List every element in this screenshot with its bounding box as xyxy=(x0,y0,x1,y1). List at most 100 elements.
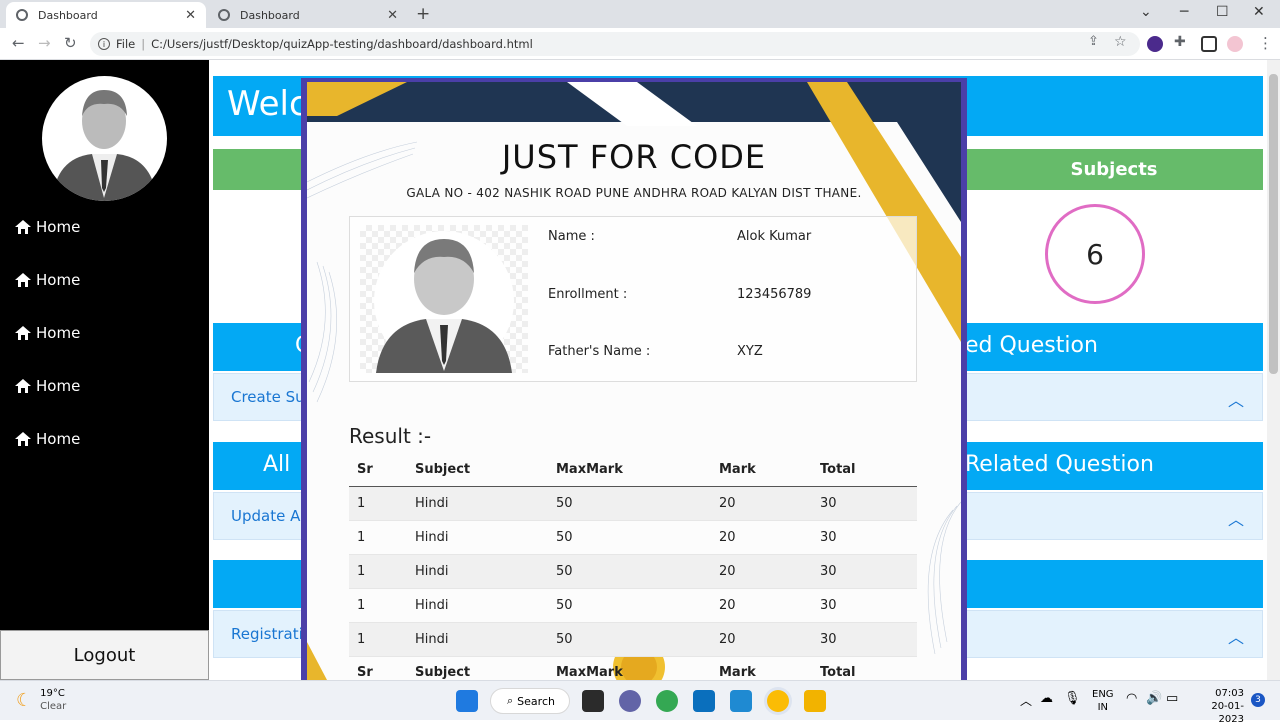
result-table: Sr Subject MaxMark Mark Total 1 Hindi 50… xyxy=(349,454,917,680)
accordion-link[interactable]: Update A xyxy=(231,507,300,525)
profile-avatar[interactable] xyxy=(1227,36,1243,52)
welcome-text: Welc xyxy=(227,84,308,124)
chrome-active-icon[interactable] xyxy=(767,690,789,712)
minimize-button[interactable]: ─ xyxy=(1180,4,1188,20)
forward-icon[interactable]: → xyxy=(38,34,51,52)
table-cell: 50 xyxy=(548,520,711,555)
chat-icon[interactable] xyxy=(619,690,641,712)
table-cell: 1 xyxy=(349,588,407,623)
table-row: 1 Hindi 50 20 30 xyxy=(349,520,917,555)
weather-widget[interactable]: ☾ 19°C Clear xyxy=(16,687,66,713)
chevron-up-icon[interactable]: ︿ xyxy=(1228,624,1244,648)
table-cell: 1 xyxy=(349,554,407,589)
tab-dashboard-1[interactable]: Dashboard ✕ xyxy=(6,2,206,28)
tab-search-icon[interactable]: ⌄ xyxy=(1140,4,1152,20)
table-cell: 20 xyxy=(711,520,812,555)
column-header: Subject xyxy=(407,454,548,487)
store-icon[interactable] xyxy=(693,690,715,712)
table-cell: 20 xyxy=(711,486,812,521)
extensions-puzzle-icon[interactable]: ✚ xyxy=(1174,34,1186,50)
language-indicator[interactable]: ENG IN xyxy=(1092,688,1114,714)
sidebar: Home Home Home Home Home Logout xyxy=(0,60,209,680)
bookmark-star-icon[interactable]: ☆ xyxy=(1114,34,1127,50)
table-cell: 50 xyxy=(548,486,711,521)
home-icon xyxy=(15,379,31,393)
table-cell: 30 xyxy=(812,622,917,657)
column-header: Sr xyxy=(349,454,407,487)
result-heading: Result :- xyxy=(349,424,432,448)
info-icon[interactable]: i xyxy=(98,38,110,50)
avatar xyxy=(42,76,167,201)
back-icon[interactable]: ← xyxy=(12,34,25,52)
download-extension-icon[interactable] xyxy=(1147,36,1163,52)
table-cell: 1 xyxy=(349,486,407,521)
reload-icon[interactable]: ↻ xyxy=(64,34,77,52)
sidebar-item-home-1[interactable]: Home xyxy=(14,218,80,236)
table-cell: Hindi xyxy=(407,486,548,521)
table-header-row: Sr Subject MaxMark Mark Total xyxy=(349,454,917,487)
weather-temp: 19°C xyxy=(40,688,65,699)
sidebar-item-home-3[interactable]: Home xyxy=(14,324,80,342)
language-line2: IN xyxy=(1097,702,1108,713)
vscode-icon[interactable] xyxy=(730,690,752,712)
cloud-icon[interactable]: ☁ xyxy=(1040,691,1053,706)
accordion-link[interactable]: Create Su xyxy=(231,388,305,406)
browser-tab-bar: Dashboard ✕ Dashboard ✕ + ⌄ ─ ☐ ✕ xyxy=(0,0,1280,28)
subjects-card-header: Subjects xyxy=(965,149,1263,190)
accordion-link[interactable]: Registrati xyxy=(231,625,303,643)
url-input[interactable]: i File | C:/Users/justf/Desktop/quizApp-… xyxy=(90,32,1140,56)
notification-badge[interactable]: 3 xyxy=(1251,693,1265,707)
share-icon[interactable]: ⇪ xyxy=(1088,34,1099,49)
table-row: 1 Hindi 50 20 30 xyxy=(349,554,917,589)
taskbar-search[interactable]: ⌕ Search xyxy=(490,688,570,714)
new-tab-button[interactable]: + xyxy=(416,4,430,24)
chevron-up-icon[interactable]: ︿ xyxy=(1228,387,1244,411)
clock[interactable]: 07:03 20-01-2023 xyxy=(1192,687,1244,726)
clock-time: 07:03 xyxy=(1215,688,1244,699)
section-header-right: Related Question xyxy=(965,452,1154,477)
clock-date: 20-01-2023 xyxy=(1211,701,1244,725)
battery-icon[interactable]: ▭ xyxy=(1166,691,1178,706)
tab-dashboard-2[interactable]: Dashboard ✕ xyxy=(208,2,408,28)
side-panel-icon[interactable] xyxy=(1201,36,1217,52)
subjects-count-circle: 6 xyxy=(1045,204,1145,304)
windows-start-icon[interactable] xyxy=(456,690,478,712)
chevron-up-icon[interactable]: ︿ xyxy=(1228,506,1244,530)
table-cell: Hindi xyxy=(407,554,548,589)
chevron-up-icon[interactable]: ︿ xyxy=(1020,692,1032,709)
subjects-label: Subjects xyxy=(1070,159,1158,180)
card-title: JUST FOR CODE xyxy=(501,138,767,176)
search-icon: ⌕ xyxy=(507,694,514,707)
close-icon[interactable]: ✕ xyxy=(185,8,196,23)
wifi-icon[interactable]: ◠ xyxy=(1126,691,1137,706)
file-explorer-icon[interactable] xyxy=(804,690,826,712)
microphone-icon[interactable]: 🎙 xyxy=(1064,691,1081,706)
url-text: C:/Users/justf/Desktop/quizApp-testing/d… xyxy=(151,37,533,51)
field-value-father-name: XYZ xyxy=(737,344,763,359)
logout-button[interactable]: Logout xyxy=(0,630,209,680)
maximize-button[interactable]: ☐ xyxy=(1216,4,1229,20)
table-cell: 50 xyxy=(548,622,711,657)
table-cell: 1 xyxy=(349,520,407,555)
menu-kebab-icon[interactable]: ⋮ xyxy=(1258,34,1273,52)
close-icon[interactable]: ✕ xyxy=(387,8,398,23)
sidebar-item-home-4[interactable]: Home xyxy=(14,377,80,395)
chrome-icon[interactable] xyxy=(656,690,678,712)
window-close-button[interactable]: ✕ xyxy=(1253,4,1265,20)
sidebar-item-home-2[interactable]: Home xyxy=(14,271,80,289)
task-view-icon[interactable] xyxy=(582,690,604,712)
column-header: MaxMark xyxy=(548,454,711,487)
address-bar: ← → ↻ i File | C:/Users/justf/Desktop/qu… xyxy=(0,28,1280,60)
subjects-count: 6 xyxy=(1086,237,1104,271)
field-label-father-name: Father's Name : xyxy=(548,344,651,359)
page-scrollbar[interactable] xyxy=(1267,60,1280,680)
table-row: 1 Hindi 50 20 30 xyxy=(349,588,917,623)
sidebar-item-home-5[interactable]: Home xyxy=(14,430,80,448)
sidebar-item-label: Home xyxy=(36,218,81,236)
volume-icon[interactable]: 🔊 xyxy=(1146,691,1162,706)
home-icon xyxy=(15,220,31,234)
table-cell: 50 xyxy=(548,588,711,623)
search-label: Search xyxy=(517,694,555,708)
section-header-right: ed Question xyxy=(965,333,1098,358)
scrollbar-thumb[interactable] xyxy=(1269,74,1278,374)
